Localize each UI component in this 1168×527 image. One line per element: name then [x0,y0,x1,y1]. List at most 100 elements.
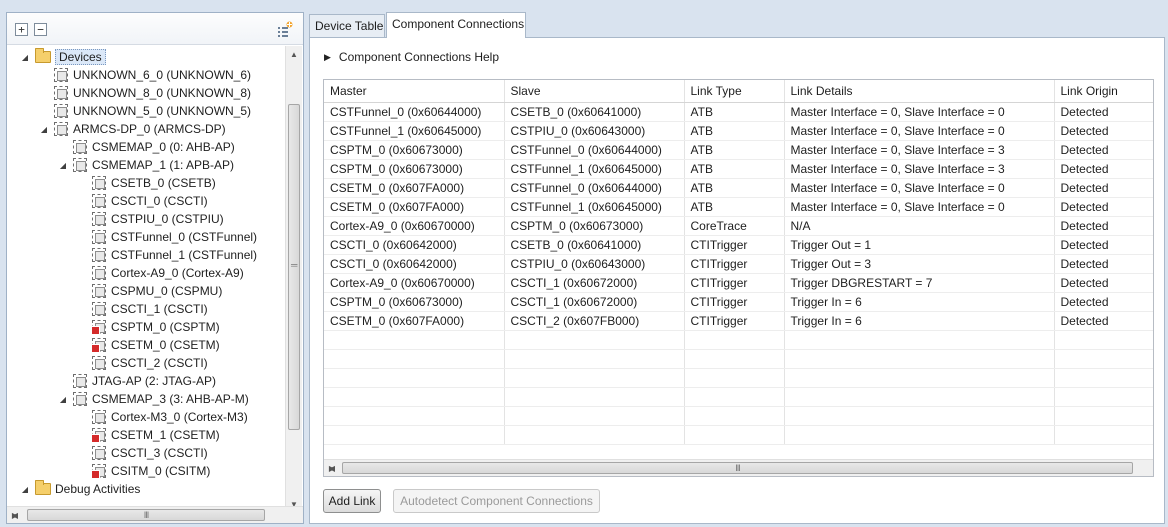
tree-item[interactable]: ◢ Debug Activities [19,480,140,498]
scroll-right-icon[interactable]: ▶ [7,507,23,523]
table-cell: CSTFunnel_0 (0x60644000) [504,178,685,198]
tree-horizontal-scrollbar[interactable]: ◀ III ▶ [7,506,303,523]
tree-item-label: CSETM_1 (CSETM) [111,428,220,442]
expand-triangle-icon[interactable]: ▶ [324,52,331,63]
tab-component-connections[interactable]: Component Connections [386,12,526,38]
table-cell: CSTPIU_0 (0x60643000) [504,121,685,141]
tree-item[interactable]: CSTFunnel_1 (CSTFunnel) [76,246,257,264]
expanded-arrow-icon[interactable]: ◢ [57,159,69,171]
tree-item-label: CSMEMAP_0 (0: AHB-AP) [92,140,235,154]
connections-table-body: CSTFunnel_0 (0x60644000) CSETB_0 (0x60641… [324,102,1153,445]
tree-item[interactable]: ◢ ARMCS-DP_0 (ARMCS-DP) [38,120,226,138]
tree-scroll-thumb[interactable]: ═ [288,104,300,430]
table-row[interactable]: Cortex-A9_0 (0x60670000) CSPTM_0 (0x60673… [324,216,1153,236]
table-cell: ATB [684,197,785,217]
expanded-arrow-icon[interactable]: ◢ [38,123,50,135]
chip-icon [92,284,106,298]
table-row[interactable]: CSTFunnel_0 (0x60644000) CSETB_0 (0x60641… [324,102,1153,122]
table-cell: N/A [784,216,1055,236]
tree-hscroll-thumb[interactable]: III [27,509,265,521]
tree-item[interactable]: CSTFunnel_0 (CSTFunnel) [76,228,257,246]
tree-item[interactable]: CSMEMAP_0 (0: AHB-AP) [57,138,235,156]
scroll-right-icon[interactable]: ▶ [324,460,340,476]
table-row[interactable]: CSTFunnel_1 (0x60645000) CSTPIU_0 (0x6064… [324,121,1153,141]
tree-item[interactable]: UNKNOWN_8_0 (UNKNOWN_8) [38,84,251,102]
expanded-arrow-icon[interactable]: ◢ [19,51,31,63]
empty-cell [784,349,1055,369]
tree-vertical-scrollbar[interactable]: ▲ ═ ▼ [285,46,302,512]
no-toggle-spacer [76,447,88,459]
table-row[interactable]: CSCTI_0 (0x60642000) CSETB_0 (0x60641000)… [324,235,1153,255]
tree-item[interactable]: CSETM_1 (CSETM) [76,426,220,444]
chip-icon [73,392,87,406]
expanded-arrow-icon[interactable]: ◢ [19,483,31,495]
empty-cell [504,387,685,407]
add-link-button[interactable]: Add Link [323,489,381,513]
table-cell: Detected [1054,273,1153,293]
tree-item-label: CSTFunnel_1 (CSTFunnel) [111,248,258,262]
tree-item[interactable]: ◢ CSMEMAP_3 (3: AHB-AP-M) [57,390,249,408]
tree-item[interactable]: CSITM_0 (CSITM) [76,462,210,480]
tree-item[interactable]: UNKNOWN_5_0 (UNKNOWN_5) [38,102,251,120]
chip-error-icon [91,320,106,335]
tree-item-label: CSCTI_1 (CSCTI) [111,302,208,316]
table-row[interactable]: Cortex-A9_0 (0x60670000) CSCTI_1 (0x60672… [324,273,1153,293]
table-hscroll-thumb[interactable]: III [342,462,1133,474]
tree-item[interactable]: UNKNOWN_6_0 (UNKNOWN_6) [38,66,251,84]
tree-item[interactable]: Cortex-M3_0 (Cortex-M3) [76,408,248,426]
table-cell: CSCTI_0 (0x60642000) [324,254,505,274]
column-header-link-type[interactable]: Link Type [684,80,785,103]
table-row[interactable]: CSPTM_0 (0x60673000) CSTFunnel_0 (0x60644… [324,140,1153,160]
column-header-link-origin[interactable]: Link Origin [1054,80,1153,103]
tab-device-table[interactable]: Device Table [309,14,385,38]
autodetect-connections-button[interactable]: Autodetect Component Connections [393,489,600,513]
tree-item-label: CSETB_0 (CSETB) [111,176,216,190]
table-row[interactable]: CSETM_0 (0x607FA000) CSTFunnel_0 (0x60644… [324,178,1153,198]
collapse-all-icon[interactable]: − [34,23,47,36]
table-row[interactable]: CSPTM_0 (0x60673000) CSCTI_1 (0x60672000)… [324,292,1153,312]
tree-item-label: CSMEMAP_3 (3: AHB-AP-M) [92,392,249,406]
empty-table-row [324,387,1153,407]
tree-item[interactable]: CSTPIU_0 (CSTPIU) [76,210,224,228]
add-filter-icon[interactable] [277,21,293,37]
tree-item[interactable]: CSETM_0 (CSETM) [76,336,220,354]
tree-item[interactable]: CSCTI_0 (CSCTI) [76,192,208,210]
expanded-arrow-icon[interactable]: ◢ [57,393,69,405]
table-cell: ATB [684,121,785,141]
tree-item[interactable]: ◢ CSMEMAP_1 (1: APB-AP) [57,156,234,174]
no-toggle-spacer [76,213,88,225]
table-row[interactable]: CSETM_0 (0x607FA000) CSTFunnel_1 (0x60645… [324,197,1153,217]
column-header-slave[interactable]: Slave [504,80,685,103]
table-row[interactable]: CSETM_0 (0x607FA000) CSCTI_2 (0x607FB000)… [324,311,1153,331]
table-cell: Detected [1054,159,1153,179]
column-header-master[interactable]: Master [324,80,505,103]
tree-item[interactable]: JTAG-AP (2: JTAG-AP) [57,372,216,390]
tree-item[interactable]: Cortex-A9_0 (Cortex-A9) [76,264,244,282]
table-cell: CTITrigger [684,235,785,255]
tree-item[interactable]: CSETB_0 (CSETB) [76,174,216,192]
help-section-toggle[interactable]: ▶ Component Connections Help [324,50,499,64]
empty-cell [504,406,685,426]
empty-cell [504,368,685,388]
tree-item-label: UNKNOWN_6_0 (UNKNOWN_6) [73,68,252,82]
table-cell: Trigger In = 6 [784,311,1055,331]
table-horizontal-scrollbar[interactable]: ◀ III ▶ [324,459,1153,476]
expand-all-icon[interactable]: + [15,23,28,36]
chip-icon [92,410,106,424]
tree-item-label: CSMEMAP_1 (1: APB-AP) [92,158,235,172]
tree-item[interactable]: CSCTI_1 (CSCTI) [76,300,208,318]
tree-item[interactable]: ◢ Devices [19,48,106,66]
table-cell: CSETB_0 (0x60641000) [504,102,685,122]
column-header-link-details[interactable]: Link Details [784,80,1055,103]
no-toggle-spacer [76,285,88,297]
empty-cell [684,387,785,407]
tree-item[interactable]: CSPTM_0 (CSPTM) [76,318,220,336]
table-cell: Trigger Out = 3 [784,254,1055,274]
tree-item[interactable]: CSCTI_2 (CSCTI) [76,354,208,372]
tree-item[interactable]: CSPMU_0 (CSPMU) [76,282,222,300]
table-row[interactable]: CSCTI_0 (0x60642000) CSTPIU_0 (0x60643000… [324,254,1153,274]
tree-item[interactable]: CSCTI_3 (CSCTI) [76,444,208,462]
table-cell: CSCTI_2 (0x607FB000) [504,311,685,331]
scroll-up-icon[interactable]: ▲ [286,46,302,62]
table-row[interactable]: CSPTM_0 (0x60673000) CSTFunnel_1 (0x60645… [324,159,1153,179]
